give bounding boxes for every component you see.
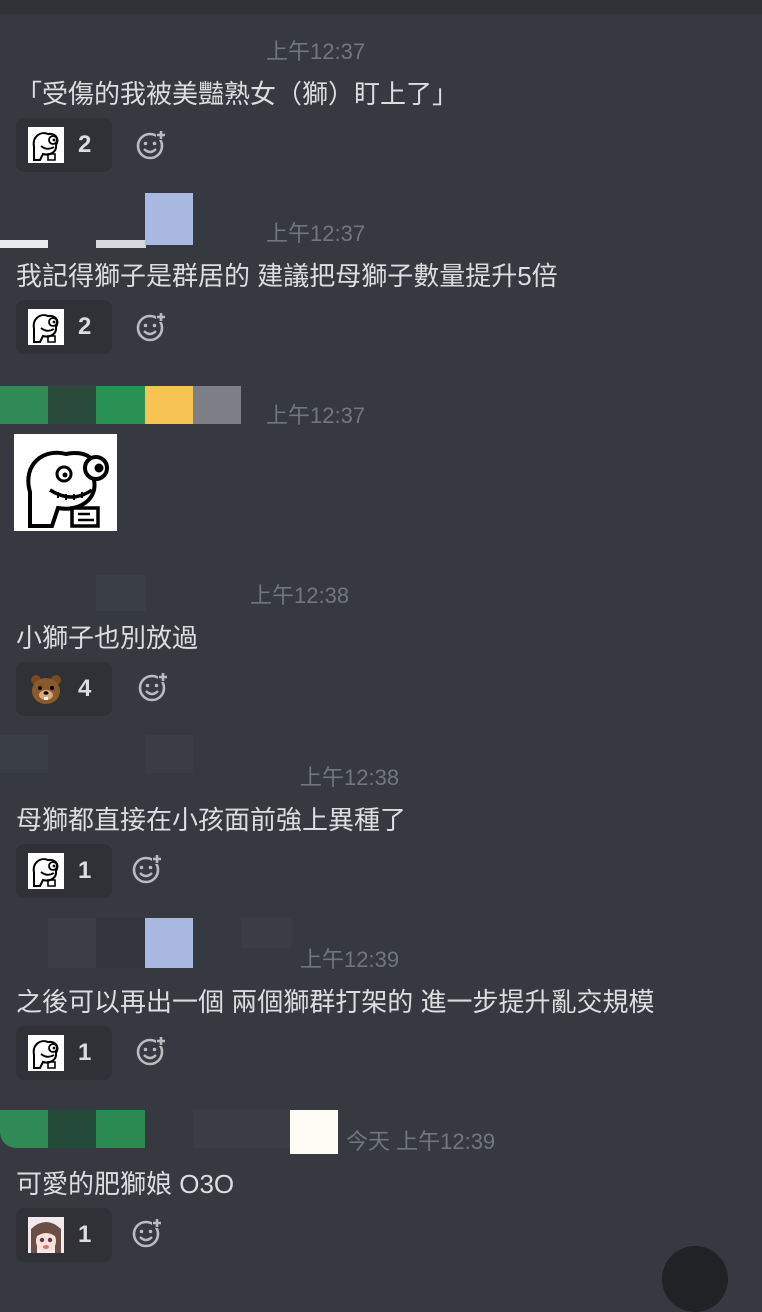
rage-face-sticker-icon xyxy=(28,309,64,345)
redacted-name-block xyxy=(290,1110,338,1154)
redacted-name-block xyxy=(0,735,48,773)
redacted-name-block xyxy=(145,386,193,424)
reaction-chip[interactable]: 1 xyxy=(16,1208,112,1262)
redacted-name-block xyxy=(193,386,241,424)
reaction-chip[interactable]: 1 xyxy=(16,1026,112,1080)
reaction-count: 1 xyxy=(78,1039,92,1066)
reaction-chip[interactable]: 2 xyxy=(16,118,112,172)
sticker-image[interactable] xyxy=(14,434,117,531)
timestamp: 上午12:37 xyxy=(266,39,366,64)
redacted-name-block xyxy=(193,1110,291,1148)
reaction-chip[interactable]: 4 xyxy=(16,662,112,716)
reaction-count: 2 xyxy=(78,313,92,340)
timestamp: 上午12:37 xyxy=(266,221,366,246)
message-text[interactable]: 可愛的肥獅娘 O3O xyxy=(16,1164,234,1201)
add-reaction-icon[interactable] xyxy=(136,670,170,704)
message-text[interactable]: 我記得獅子是群居的 建議把母獅子數量提升5倍 xyxy=(16,256,558,293)
redacted-name-block xyxy=(96,575,146,611)
timestamp: 上午12:38 xyxy=(300,765,400,790)
rage-face-sticker-icon xyxy=(28,1035,64,1071)
add-reaction-icon[interactable] xyxy=(134,128,168,162)
top-bar xyxy=(0,0,762,14)
redacted-name-block xyxy=(145,918,193,968)
redacted-name-block xyxy=(145,193,193,245)
reaction-chip[interactable]: 1 xyxy=(16,844,112,898)
redacted-name-block xyxy=(145,735,193,773)
redacted-name-block xyxy=(96,1110,145,1148)
message-text[interactable]: 母獅都直接在小孩面前強上異種了 xyxy=(16,800,406,837)
add-reaction-icon[interactable] xyxy=(130,852,164,886)
redacted-name-block xyxy=(48,918,96,968)
reaction-count: 2 xyxy=(78,131,92,158)
timestamp: 今天 上午12:39 xyxy=(346,1129,496,1154)
rage-face-sticker-icon xyxy=(28,853,64,889)
bear-sticker-icon xyxy=(31,675,61,704)
redacted-name-block xyxy=(0,240,48,248)
reaction-chip[interactable]: 2 xyxy=(16,300,112,354)
floating-action-button[interactable] xyxy=(662,1246,728,1312)
message-text[interactable]: 「受傷的我被美豔熟女（獅）盯上了」 xyxy=(16,74,458,111)
reaction-count: 1 xyxy=(78,1221,92,1248)
add-reaction-icon[interactable] xyxy=(134,1034,168,1068)
redacted-name-block xyxy=(48,386,96,424)
redacted-name-block xyxy=(241,918,291,948)
add-reaction-icon[interactable] xyxy=(130,1216,164,1250)
redacted-name-block xyxy=(0,386,48,424)
redacted-name-block xyxy=(96,386,145,424)
anime-girl-sticker-icon xyxy=(28,1217,64,1253)
rage-face-sticker-icon xyxy=(26,450,109,528)
reaction-count: 1 xyxy=(78,857,92,884)
redacted-name-block xyxy=(96,918,145,968)
timestamp: 上午12:38 xyxy=(250,583,350,608)
rage-face-sticker-icon xyxy=(28,127,64,163)
reaction-count: 4 xyxy=(78,675,92,702)
add-reaction-icon[interactable] xyxy=(134,310,168,344)
message-text[interactable]: 小獅子也別放過 xyxy=(16,618,198,655)
redacted-name-block xyxy=(48,1110,96,1148)
timestamp: 上午12:37 xyxy=(266,403,366,428)
redacted-name-block xyxy=(96,240,146,248)
message-text[interactable]: 之後可以再出一個 兩個獅群打架的 進一步提升亂交規模 xyxy=(16,982,654,1019)
redacted-name-block xyxy=(0,1110,48,1148)
timestamp: 上午12:39 xyxy=(300,947,400,972)
